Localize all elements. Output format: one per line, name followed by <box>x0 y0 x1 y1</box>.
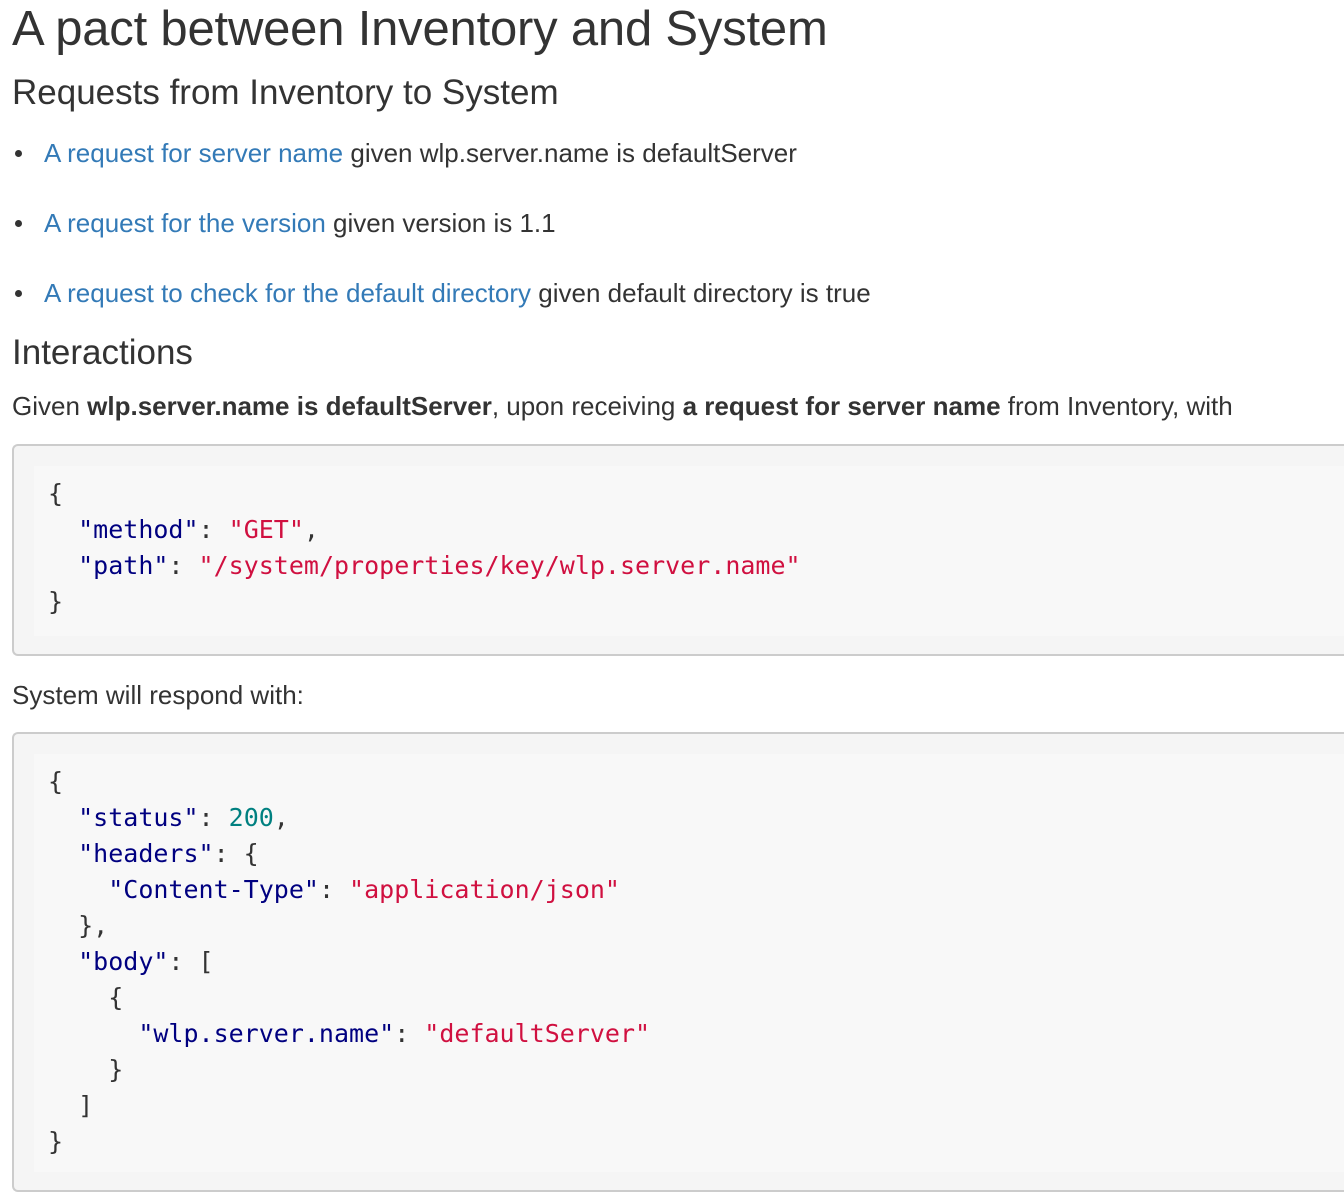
interaction-name: a request for server name <box>682 391 1001 421</box>
respond-text: System will respond with: <box>12 680 304 710</box>
request-link-server-name[interactable]: A request for server name <box>44 138 343 168</box>
page-title: A pact between Inventory and System <box>12 2 828 56</box>
requests-heading: Requests from Inventory to System <box>12 73 559 112</box>
json-key: "path" <box>78 551 169 580</box>
request-link-default-directory[interactable]: A request to check for the default direc… <box>44 278 531 308</box>
request-condition: given default directory is true <box>531 278 871 308</box>
provider-state: wlp.server.name is defaultServer <box>87 391 492 421</box>
given-word: Given <box>12 391 88 421</box>
interactions-heading: Interactions <box>12 333 193 372</box>
from-text: from Inventory, with <box>1000 391 1233 421</box>
json-string: "/system/properties/key/wlp.server.name" <box>198 551 801 580</box>
json-string: "GET" <box>228 515 304 544</box>
json-number: 200 <box>228 803 274 832</box>
json-key: "body" <box>78 947 169 976</box>
json-key: "headers" <box>78 839 214 868</box>
json-key: "Content-Type" <box>108 875 319 904</box>
list-item: A request to check for the default direc… <box>15 278 1344 308</box>
request-link-version[interactable]: A request for the version <box>44 208 326 238</box>
pact-document: A pact between Inventory and System Requ… <box>12 0 1344 1192</box>
json-key: "status" <box>78 803 199 832</box>
request-condition: given version is 1.1 <box>325 208 556 238</box>
list-item: A request for server name given wlp.serv… <box>15 138 1344 168</box>
response-json: { "status": 200, "headers": { "Content-T… <box>48 767 651 1156</box>
list-item: A request for the version given version … <box>15 208 1344 238</box>
requests-list: A request for server name given wlp.serv… <box>12 138 1344 308</box>
json-key: "wlp.server.name" <box>138 1019 395 1048</box>
interaction-description: Given wlp.server.name is defaultServer, … <box>12 391 1344 421</box>
upon-text: , upon receiving <box>491 391 683 421</box>
request-json: { "method": "GET", "path": "/system/prop… <box>48 479 801 616</box>
json-string: "application/json" <box>349 875 620 904</box>
request-condition: given wlp.server.name is defaultServer <box>343 138 797 168</box>
json-key: "method" <box>78 515 199 544</box>
response-code-block: { "status": 200, "headers": { "Content-T… <box>12 732 1344 1192</box>
json-string: "defaultServer" <box>424 1019 651 1048</box>
request-code-block: { "method": "GET", "path": "/system/prop… <box>12 444 1344 656</box>
